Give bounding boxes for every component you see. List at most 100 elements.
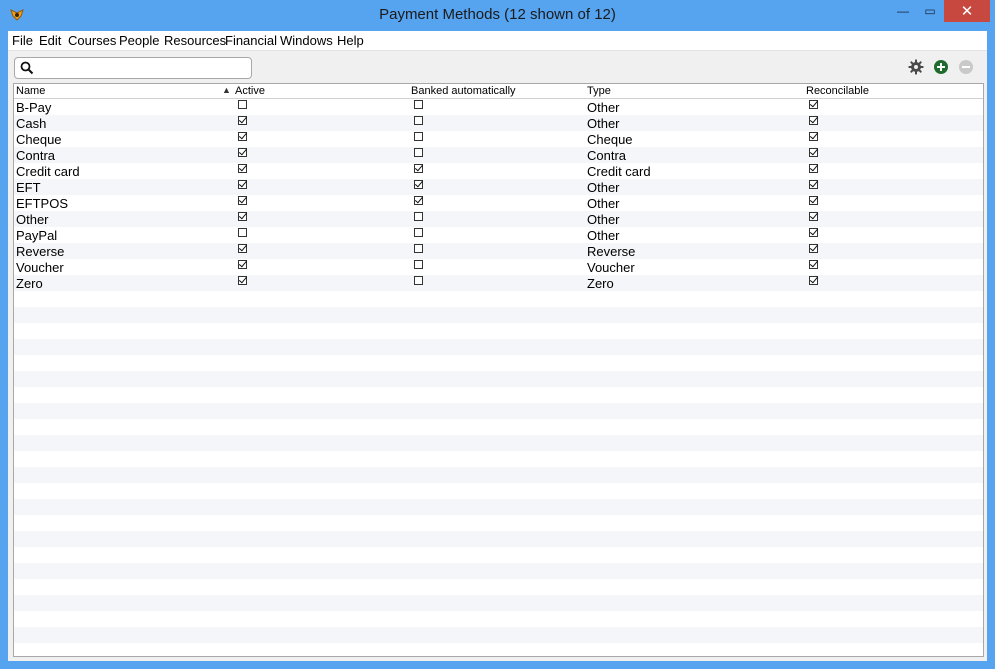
- menu-people[interactable]: People: [119, 33, 159, 48]
- active-checkbox[interactable]: [238, 228, 247, 237]
- empty-table-row[interactable]: [14, 643, 983, 656]
- table-row[interactable]: Cheque Cheque: [14, 131, 983, 147]
- menu-edit[interactable]: Edit: [39, 33, 61, 48]
- table-row[interactable]: Other Other: [14, 211, 983, 227]
- empty-table-row[interactable]: [14, 595, 983, 611]
- banked-checkbox[interactable]: [414, 100, 423, 109]
- menu-bar: File Edit Courses People Resources Finan…: [8, 31, 987, 51]
- search-input[interactable]: [37, 59, 246, 77]
- active-checkbox[interactable]: [238, 212, 247, 221]
- cell-type: Other: [587, 212, 620, 227]
- active-checkbox[interactable]: [238, 148, 247, 157]
- empty-table-row[interactable]: [14, 499, 983, 515]
- banked-checkbox[interactable]: [414, 164, 423, 173]
- reconcilable-checkbox[interactable]: [809, 276, 818, 285]
- active-checkbox[interactable]: [238, 260, 247, 269]
- reconcilable-checkbox[interactable]: [809, 260, 818, 269]
- empty-table-row[interactable]: [14, 419, 983, 435]
- table-row[interactable]: EFT Other: [14, 179, 983, 195]
- empty-table-row[interactable]: [14, 579, 983, 595]
- reconcilable-checkbox[interactable]: [809, 212, 818, 221]
- banked-checkbox[interactable]: [414, 244, 423, 253]
- empty-table-row[interactable]: [14, 627, 983, 643]
- empty-table-row[interactable]: [14, 323, 983, 339]
- minimize-button[interactable]: —: [890, 0, 916, 22]
- empty-table-row[interactable]: [14, 531, 983, 547]
- reconcilable-checkbox[interactable]: [809, 116, 818, 125]
- banked-checkbox[interactable]: [414, 180, 423, 189]
- column-header-banked[interactable]: Banked automatically: [411, 85, 516, 97]
- reconcilable-checkbox[interactable]: [809, 196, 818, 205]
- banked-checkbox[interactable]: [414, 260, 423, 269]
- reconcilable-checkbox[interactable]: [809, 244, 818, 253]
- reconcilable-checkbox[interactable]: [809, 132, 818, 141]
- table-row[interactable]: EFTPOS Other: [14, 195, 983, 211]
- reconcilable-checkbox[interactable]: [809, 100, 818, 109]
- table-row[interactable]: PayPal Other: [14, 227, 983, 243]
- active-checkbox[interactable]: [238, 116, 247, 125]
- banked-checkbox[interactable]: [414, 116, 423, 125]
- search-field[interactable]: [14, 57, 252, 79]
- table-row[interactable]: Voucher Voucher: [14, 259, 983, 275]
- active-checkbox[interactable]: [238, 180, 247, 189]
- table-row[interactable]: Reverse Reverse: [14, 243, 983, 259]
- menu-financial[interactable]: Financial: [225, 33, 277, 48]
- banked-checkbox[interactable]: [414, 132, 423, 141]
- close-button[interactable]: ✕: [944, 0, 990, 22]
- maximize-button[interactable]: ▭: [917, 0, 943, 22]
- menu-windows[interactable]: Windows: [280, 33, 333, 48]
- empty-table-row[interactable]: [14, 355, 983, 371]
- empty-table-row[interactable]: [14, 611, 983, 627]
- active-checkbox[interactable]: [238, 164, 247, 173]
- add-icon[interactable]: [933, 59, 949, 75]
- empty-table-row[interactable]: [14, 403, 983, 419]
- empty-table-row[interactable]: [14, 435, 983, 451]
- column-header-type[interactable]: Type: [587, 85, 611, 97]
- active-checkbox[interactable]: [238, 244, 247, 253]
- banked-checkbox[interactable]: [414, 228, 423, 237]
- column-header-active[interactable]: Active: [235, 85, 265, 97]
- table-row[interactable]: Zero Zero: [14, 275, 983, 291]
- table-row[interactable]: B-Pay Other: [14, 99, 983, 115]
- column-header-name[interactable]: Name: [16, 85, 45, 97]
- cell-type: Cheque: [587, 132, 633, 147]
- empty-table-row[interactable]: [14, 483, 983, 499]
- empty-table-row[interactable]: [14, 387, 983, 403]
- cell-type: Other: [587, 116, 620, 131]
- banked-checkbox[interactable]: [414, 276, 423, 285]
- menu-courses[interactable]: Courses: [68, 33, 116, 48]
- table-row[interactable]: Cash Other: [14, 115, 983, 131]
- empty-table-row[interactable]: [14, 563, 983, 579]
- reconcilable-checkbox[interactable]: [809, 228, 818, 237]
- reconcilable-checkbox[interactable]: [809, 148, 818, 157]
- empty-table-row[interactable]: [14, 291, 983, 307]
- empty-table-row[interactable]: [14, 339, 983, 355]
- menu-help[interactable]: Help: [337, 33, 364, 48]
- table-row[interactable]: Credit card Credit card: [14, 163, 983, 179]
- gear-icon[interactable]: [908, 59, 924, 75]
- banked-checkbox[interactable]: [414, 212, 423, 221]
- menu-file[interactable]: File: [12, 33, 33, 48]
- title-bar[interactable]: Payment Methods (12 shown of 12) — ▭ ✕: [0, 0, 995, 31]
- table-row[interactable]: Contra Contra: [14, 147, 983, 163]
- empty-table-row[interactable]: [14, 515, 983, 531]
- empty-table-row[interactable]: [14, 547, 983, 563]
- reconcilable-checkbox[interactable]: [809, 164, 818, 173]
- remove-icon[interactable]: [958, 59, 974, 75]
- cell-name: Reverse: [16, 244, 65, 259]
- empty-table-row[interactable]: [14, 467, 983, 483]
- banked-checkbox[interactable]: [414, 196, 423, 205]
- empty-table-row[interactable]: [14, 307, 983, 323]
- cell-name: Credit card: [16, 164, 80, 179]
- column-header-reconcilable[interactable]: Reconcilable: [806, 85, 869, 97]
- cell-type: Zero: [587, 276, 614, 291]
- active-checkbox[interactable]: [238, 100, 247, 109]
- banked-checkbox[interactable]: [414, 148, 423, 157]
- active-checkbox[interactable]: [238, 276, 247, 285]
- reconcilable-checkbox[interactable]: [809, 180, 818, 189]
- empty-table-row[interactable]: [14, 371, 983, 387]
- active-checkbox[interactable]: [238, 132, 247, 141]
- empty-table-row[interactable]: [14, 451, 983, 467]
- active-checkbox[interactable]: [238, 196, 247, 205]
- menu-resources[interactable]: Resources: [164, 33, 226, 48]
